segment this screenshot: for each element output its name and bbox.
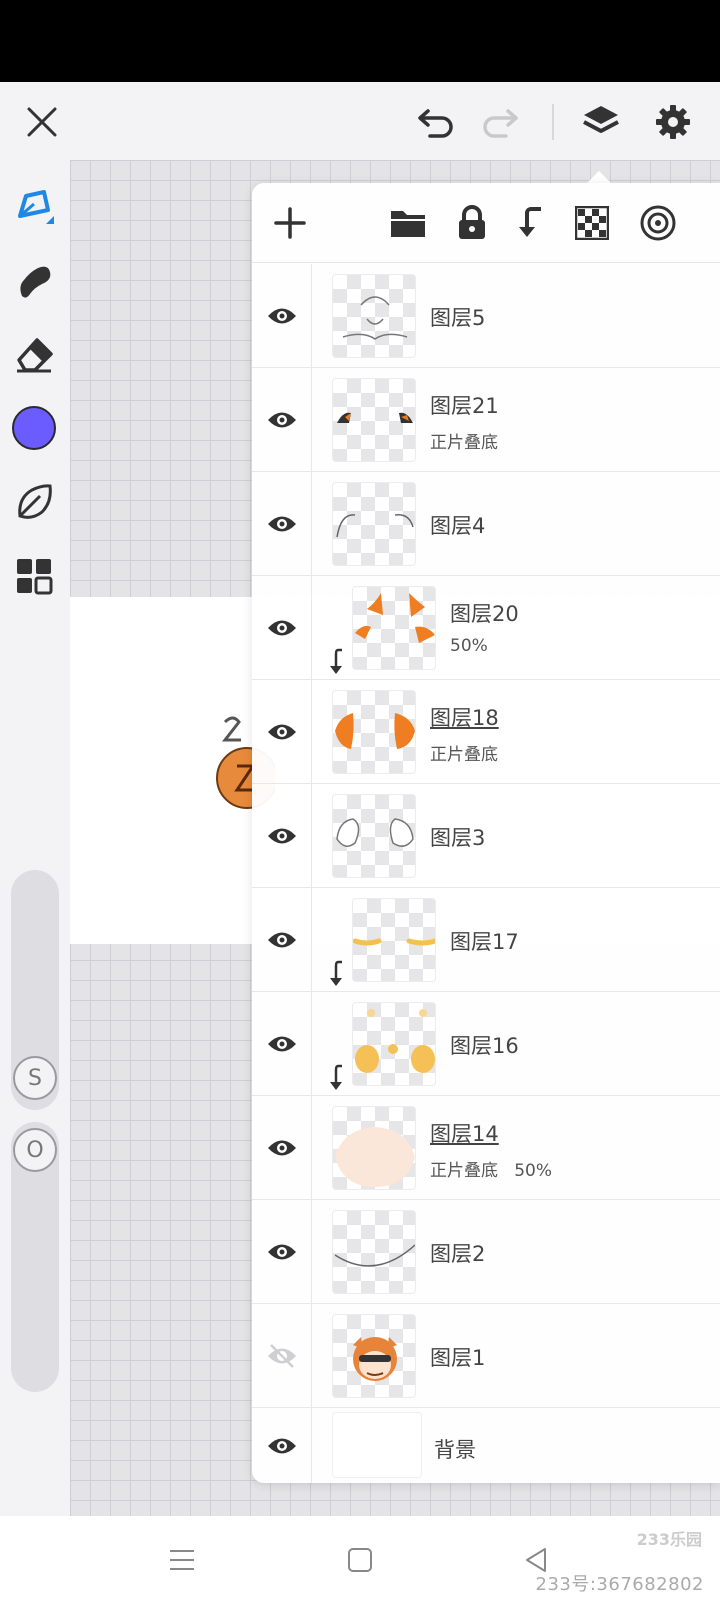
tool-sidebar: S O	[0, 160, 70, 1516]
clip-arrow-icon	[330, 960, 342, 986]
clip-icon[interactable]	[510, 201, 554, 245]
opacity-label: O	[26, 1137, 44, 1163]
layer-name: 图层16	[450, 1034, 519, 1058]
eye-icon[interactable]	[252, 576, 312, 680]
eye-icon[interactable]	[252, 888, 312, 992]
layer-name: 图层3	[430, 826, 486, 850]
layer-blend-mode: 正片叠底	[430, 433, 498, 453]
layer-row[interactable]: 图层20 50%	[252, 576, 720, 680]
layer-thumbnail	[332, 1210, 416, 1294]
eraser-icon[interactable]	[10, 330, 58, 378]
layer-blend-mode: 正片叠底	[430, 745, 498, 765]
layer-row[interactable]: 图层1	[252, 1304, 720, 1408]
layer-name: 图层17	[450, 930, 519, 954]
layer-row[interactable]: 图层18 正片叠底	[252, 680, 720, 784]
target-icon[interactable]	[636, 201, 680, 245]
grid-icon[interactable]	[10, 552, 58, 600]
layer-name: 图层18	[430, 706, 499, 730]
eye-icon[interactable]	[252, 1200, 312, 1304]
layer-name: 图层5	[430, 306, 486, 330]
layer-thumbnail	[332, 1106, 416, 1190]
layers-icon[interactable]	[579, 100, 623, 144]
layer-row[interactable]: 图层21 正片叠底	[252, 368, 720, 472]
layer-row[interactable]: 图层3	[252, 784, 720, 888]
eye-icon[interactable]	[252, 784, 312, 888]
layer-row[interactable]: 背景	[252, 1408, 720, 1483]
layer-name: 图层20	[450, 602, 519, 626]
smudge-icon[interactable]	[10, 256, 58, 304]
layer-thumbnail	[332, 378, 416, 462]
layer-thumbnail	[352, 586, 436, 670]
status-bar	[0, 0, 720, 82]
layer-thumbnail	[332, 690, 416, 774]
system-nav-bar: 233乐园 233号:367682802	[0, 1516, 720, 1604]
layer-name: 图层21	[430, 394, 499, 418]
layer-name: 背景	[434, 1438, 476, 1462]
eye-icon[interactable]	[252, 992, 312, 1096]
layer-row[interactable]: 图层17	[252, 888, 720, 992]
color-swatch[interactable]	[10, 404, 58, 452]
layer-row[interactable]: 图层14 正片叠底 50%	[252, 1096, 720, 1200]
eye-icon[interactable]	[252, 1096, 312, 1200]
watermark-text: 233号:367682802	[535, 1574, 704, 1595]
clip-arrow-icon	[330, 1064, 342, 1090]
watermark-logo: 233乐园	[636, 1530, 702, 1549]
layer-thumbnail	[332, 274, 416, 358]
gear-icon[interactable]	[651, 100, 695, 144]
layer-name: 图层1	[430, 1346, 486, 1370]
eye-icon[interactable]	[252, 472, 312, 576]
layer-thumbnail	[352, 898, 436, 982]
eye-icon[interactable]	[252, 264, 312, 368]
close-icon[interactable]	[20, 100, 64, 144]
size-button[interactable]: S	[13, 1056, 57, 1100]
clip-arrow-icon	[330, 648, 342, 674]
menu-icon[interactable]	[160, 1538, 204, 1582]
add-icon[interactable]	[268, 201, 312, 245]
layer-thumbnail	[332, 482, 416, 566]
layer-name: 图层2	[430, 1242, 486, 1266]
eye-icon[interactable]	[252, 368, 312, 472]
layer-name: 图层4	[430, 514, 486, 538]
eye-icon[interactable]	[252, 680, 312, 784]
checker-icon[interactable]	[570, 201, 614, 245]
layers-panel-header	[252, 183, 720, 263]
layer-thumbnail	[332, 1412, 422, 1478]
eye-off-icon[interactable]	[252, 1304, 312, 1408]
layers-panel: 图层5 图层21 正片叠底 图层4 图层20 50% 图层18 正片叠底 图层3	[252, 183, 720, 1483]
layer-blend-mode: 正片叠底 50%	[430, 1161, 552, 1181]
layer-row[interactable]: 图层5	[252, 264, 720, 368]
top-toolbar	[0, 82, 720, 160]
home-icon[interactable]	[338, 1538, 382, 1582]
layer-thumbnail	[332, 1314, 416, 1398]
layer-thumbnail	[352, 1002, 436, 1086]
layer-thumbnail	[332, 794, 416, 878]
leaf-icon[interactable]	[10, 478, 58, 526]
layer-row[interactable]: 图层16	[252, 992, 720, 1096]
pen-icon[interactable]	[10, 182, 58, 230]
opacity-button[interactable]: O	[13, 1128, 57, 1172]
lock-icon[interactable]	[450, 201, 494, 245]
folder-icon[interactable]	[386, 201, 430, 245]
eye-icon[interactable]	[252, 1408, 312, 1483]
undo-icon[interactable]	[414, 100, 458, 144]
layer-opacity: 50%	[450, 636, 488, 656]
layer-row[interactable]: 图层2	[252, 1200, 720, 1304]
divider	[552, 104, 554, 140]
size-label: S	[28, 1065, 42, 1091]
layer-name: 图层14	[430, 1122, 499, 1146]
layer-row[interactable]: 图层4	[252, 472, 720, 576]
redo-icon[interactable]	[478, 100, 522, 144]
